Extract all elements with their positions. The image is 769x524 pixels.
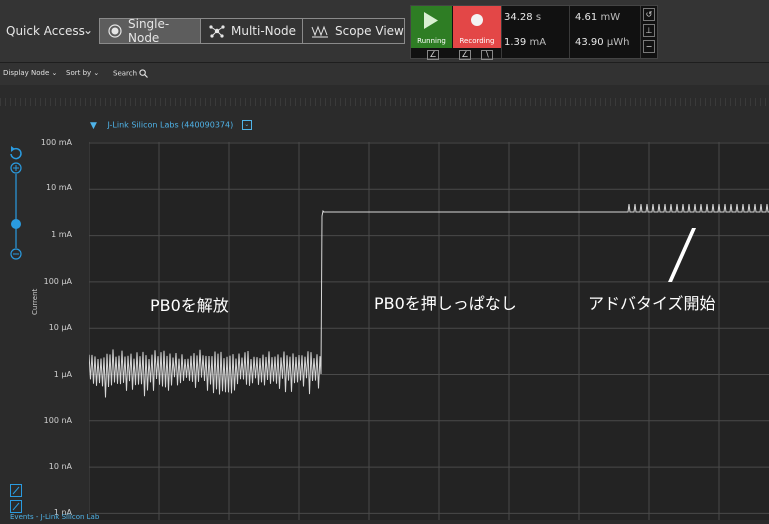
record-label: Recording: [459, 37, 495, 45]
search-icon: [139, 69, 149, 78]
zoom-out-icon[interactable]: [10, 248, 22, 260]
y-tick-label: 100 mA: [40, 138, 72, 147]
y-tick-label: 1 µA: [53, 370, 72, 379]
y-tick-label: 1 mA: [51, 230, 72, 239]
export-icon[interactable]: ⊥: [643, 24, 655, 37]
record-button[interactable]: Recording: [453, 6, 501, 48]
display-node-label: Display Node: [3, 69, 50, 77]
timeline-scrollbar[interactable]: [0, 98, 769, 106]
energy-unit: µWh: [606, 37, 630, 48]
single-node-button[interactable]: Single-Node: [100, 17, 201, 45]
time-unit: s: [535, 12, 542, 23]
record-option-icon[interactable]: ∠: [459, 50, 471, 60]
measurement-panel: Running Recording ∠ ∠ ∖ 34.28 s 1.39 mA …: [410, 5, 658, 60]
quick-access-chevron-icon[interactable]: ⌄: [83, 23, 93, 37]
current-readout: 1.39 mA: [504, 37, 546, 48]
collapse-icon[interactable]: −: [643, 40, 655, 53]
chevron-down-icon: ⌄: [51, 69, 58, 77]
time-readout: 34.28 s: [504, 12, 541, 23]
measurement-side-icons: ↺ ⊥ −: [643, 8, 655, 56]
collapse-triangle-icon[interactable]: ▼: [90, 121, 97, 131]
run-button[interactable]: Running: [411, 6, 452, 48]
multi-node-icon: [209, 24, 225, 38]
time-value: 34.28: [504, 12, 533, 23]
play-icon: [424, 12, 438, 29]
y-tick-label: 100 nA: [43, 416, 72, 425]
scope-view-label: Scope View: [335, 24, 404, 38]
single-node-label: Single-Node: [128, 17, 170, 45]
y-tick-label: 10 µA: [48, 323, 72, 332]
zoom-controls: [8, 144, 24, 264]
zoom-in-icon[interactable]: [10, 162, 22, 174]
current-unit: mA: [529, 37, 547, 48]
y-tick-label: 100 µA: [43, 277, 72, 286]
current-plot[interactable]: [88, 142, 769, 520]
device-menu-icon[interactable]: ⌄: [241, 120, 252, 130]
energy-value: 43.90: [575, 37, 604, 48]
energy-readout: 43.90 µWh: [575, 37, 629, 48]
power-unit: mW: [600, 12, 621, 23]
single-node-icon: [108, 24, 122, 38]
sort-by-label: Sort by: [66, 69, 92, 77]
search-button[interactable]: Search: [113, 69, 149, 78]
power-readout: 4.61 mW: [575, 12, 620, 23]
annotation-advertising: アドバタイズ開始: [588, 294, 716, 313]
scope-view-icon: [311, 24, 329, 38]
filter-bar: Display Node ⌄ Sort by ⌄ Search: [0, 62, 769, 85]
y-tick-label: 10 mA: [46, 183, 72, 192]
y-axis-title: Current: [31, 288, 39, 315]
bottom-tools: [10, 484, 22, 514]
record-icon: [471, 14, 483, 26]
current-value: 1.39: [504, 37, 527, 48]
run-label: Running: [417, 37, 446, 45]
y-tick-label: 10 nA: [48, 462, 72, 471]
chevron-down-icon: ⌄: [93, 69, 100, 77]
view-mode-toggle: Single-Node Multi-Node Scope View: [99, 17, 405, 45]
device-header[interactable]: ▼ J-Link Silicon Labs (440090374) ⌄: [90, 120, 252, 131]
search-label: Search: [113, 69, 138, 78]
run-option-icon[interactable]: ∠: [427, 50, 439, 60]
power-value: 4.61: [575, 12, 598, 23]
reset-zoom-icon[interactable]: [10, 146, 22, 160]
multi-node-button[interactable]: Multi-Node: [201, 19, 303, 43]
scope-view-button[interactable]: Scope View: [303, 19, 404, 43]
top-toolbar: Quick Access ⌄ Single-Node Multi-Node Sc…: [0, 0, 769, 62]
annotation-held: PB0を押しっぱなし: [374, 294, 517, 313]
current-trace-svg: [88, 142, 769, 520]
record-filter-icon[interactable]: ∖: [481, 50, 493, 60]
reset-icon[interactable]: ↺: [643, 8, 655, 21]
quick-access-label[interactable]: Quick Access: [6, 24, 85, 38]
sort-by-dropdown[interactable]: Sort by ⌄: [66, 69, 99, 77]
device-name: J-Link Silicon Labs (440090374): [107, 120, 234, 130]
annotation-released: PB0を解放: [150, 296, 229, 315]
zoom-slider-handle[interactable]: [11, 219, 21, 229]
display-node-dropdown[interactable]: Display Node ⌄: [3, 69, 57, 77]
multi-node-label: Multi-Node: [231, 24, 296, 38]
